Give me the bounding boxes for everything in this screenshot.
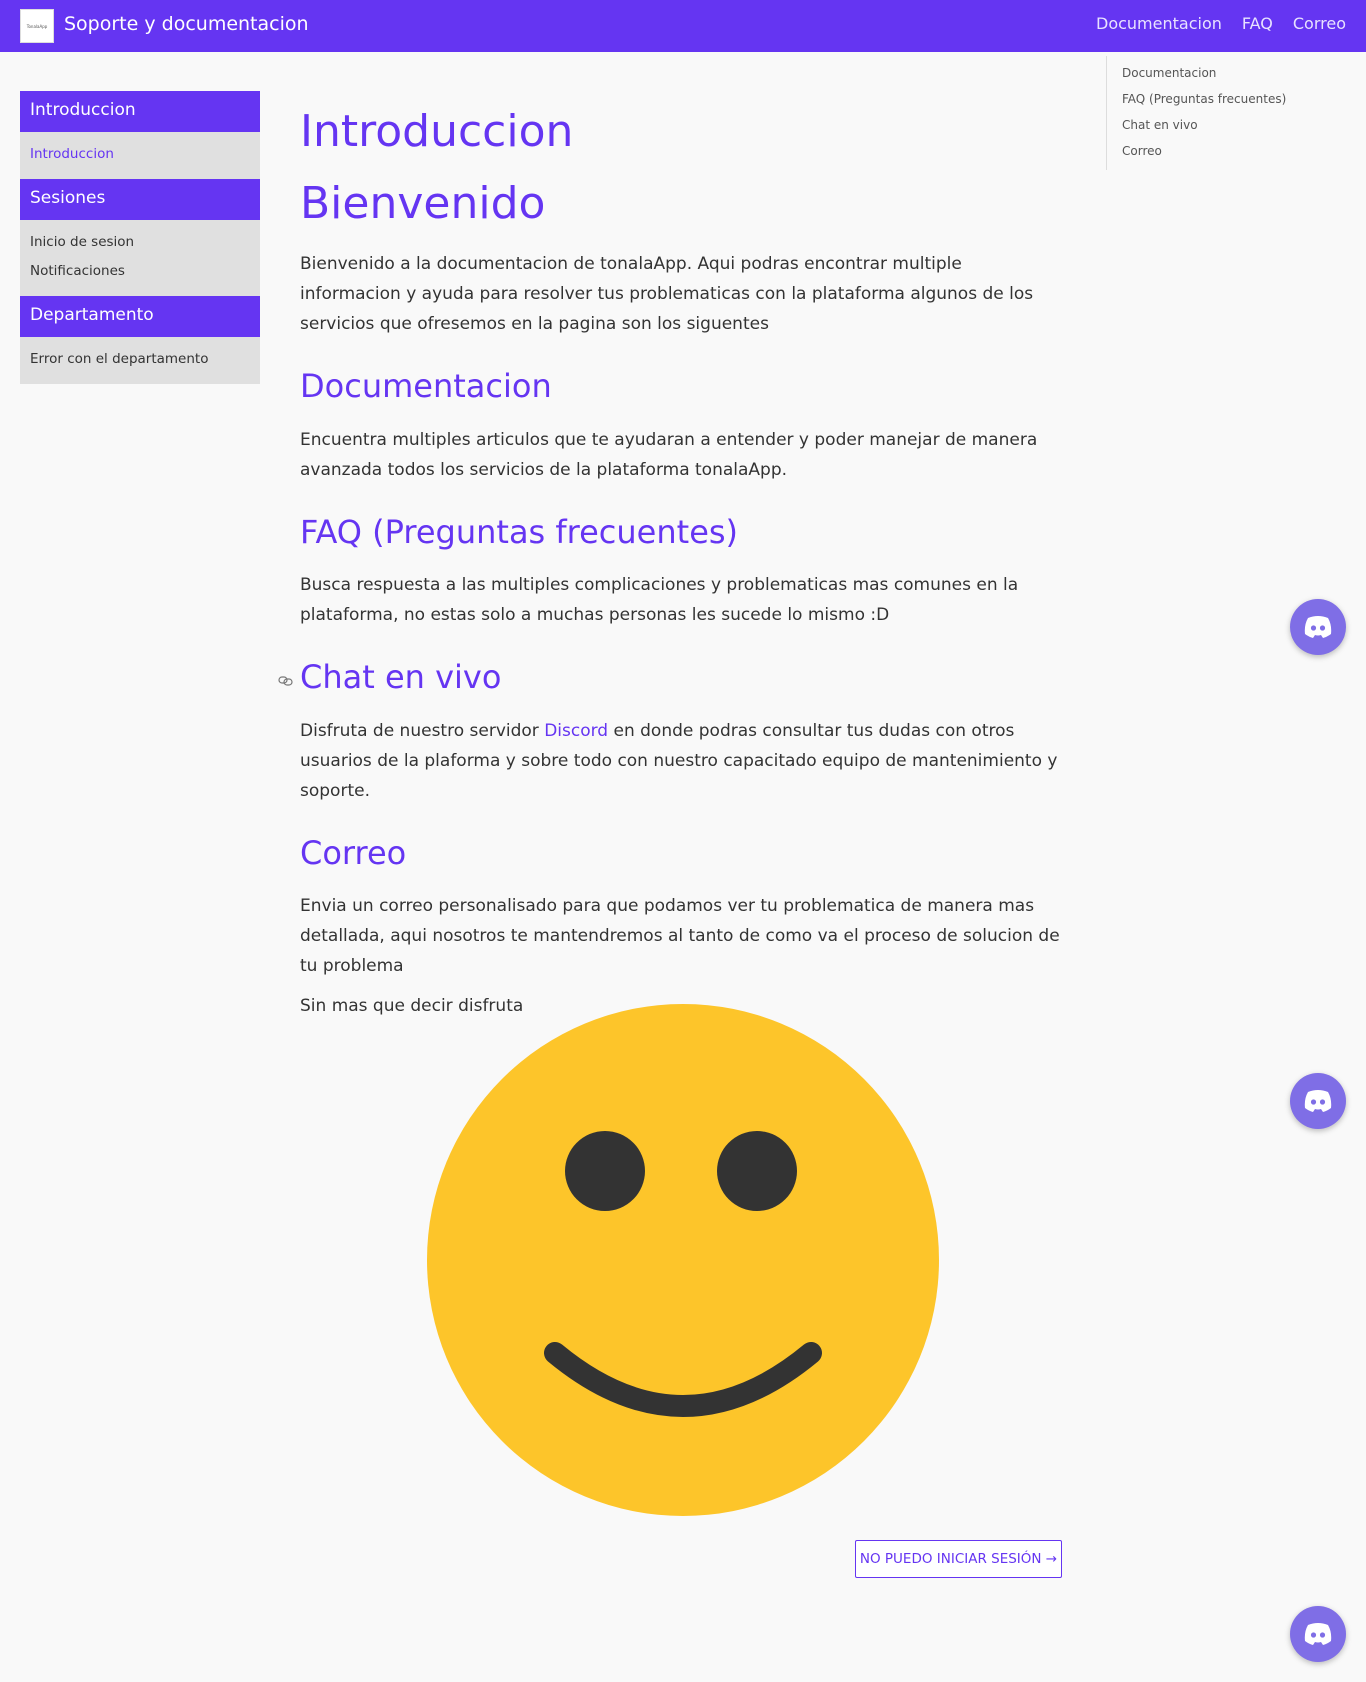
nav-link-documentacion[interactable]: Documentacion	[1096, 14, 1222, 33]
site-logo[interactable]: TonalaApp	[20, 9, 54, 43]
discord-icon	[1304, 1090, 1332, 1112]
table-of-contents: Documentacion FAQ (Preguntas frecuentes)…	[1106, 56, 1326, 170]
chat-paragraph: Disfruta de nuestro servidor Discord en …	[300, 716, 1062, 806]
toc-item-faq[interactable]: FAQ (Preguntas frecuentes)	[1122, 86, 1326, 112]
sidebar-group-title-introduccion[interactable]: Introduccion	[20, 91, 260, 132]
section-heading-chat: Chat en vivo	[278, 658, 1062, 697]
discord-floating-button[interactable]	[1290, 599, 1346, 655]
section-heading-documentacion: Documentacion	[300, 366, 552, 405]
link-icon[interactable]	[278, 675, 294, 687]
main-content: Introduccion Bienvenido Bienvenido a la …	[278, 100, 1062, 1021]
top-nav: Documentacion FAQ Correo	[1096, 14, 1346, 33]
toc-item-chat[interactable]: Chat en vivo	[1122, 112, 1326, 138]
chat-text-before: Disfruta de nuestro servidor	[300, 720, 545, 741]
sidebar-group-title-departamento[interactable]: Departamento	[20, 296, 260, 337]
page-title: Introduccion	[300, 106, 574, 157]
smiley-face-icon	[427, 1004, 939, 1516]
sidebar-item-inicio-de-sesion[interactable]: Inicio de sesion	[30, 228, 250, 257]
section-heading-correo: Correo	[300, 833, 407, 872]
site-title[interactable]: Soporte y documentacion	[64, 13, 309, 35]
sidebar: Introduccion Introduccion Sesiones Inici…	[20, 91, 260, 384]
toc-item-documentacion[interactable]: Documentacion	[1122, 60, 1326, 86]
sidebar-group-departamento: Error con el departamento	[20, 337, 260, 384]
welcome-heading: Bienvenido	[300, 177, 546, 229]
faq-paragraph: Busca respuesta a las multiples complica…	[300, 575, 1019, 626]
section-heading-faq: FAQ (Preguntas frecuentes)	[300, 512, 739, 551]
discord-link[interactable]: Discord	[544, 721, 608, 741]
sidebar-item-notificaciones[interactable]: Notificaciones	[30, 257, 250, 286]
nav-link-correo[interactable]: Correo	[1293, 14, 1346, 33]
chat-heading-text: Chat en vivo	[300, 658, 502, 697]
sidebar-item-error-departamento[interactable]: Error con el departamento	[30, 345, 250, 374]
sidebar-group-title-sesiones[interactable]: Sesiones	[20, 179, 260, 220]
sidebar-group-introduccion: Introduccion	[20, 132, 260, 179]
sidebar-item-introduccion[interactable]: Introduccion	[30, 140, 250, 169]
toc-item-correo[interactable]: Correo	[1122, 138, 1326, 164]
documentacion-paragraph: Encuentra multiples articulos que te ayu…	[300, 429, 1038, 480]
discord-floating-button[interactable]	[1290, 1606, 1346, 1662]
discord-icon	[1304, 616, 1332, 638]
sidebar-group-sesiones: Inicio de sesion Notificaciones	[20, 220, 260, 296]
discord-floating-button[interactable]	[1290, 1073, 1346, 1129]
cant-login-button[interactable]: NO PUEDO INICIAR SESIÓN →	[855, 1540, 1062, 1578]
logo-text: TonalaApp	[26, 23, 48, 29]
nav-link-faq[interactable]: FAQ	[1242, 14, 1273, 33]
welcome-paragraph: Bienvenido a la documentacion de tonalaA…	[300, 253, 1034, 334]
correo-paragraph: Envia un correo personalisado para que p…	[300, 896, 1060, 977]
discord-icon	[1304, 1623, 1332, 1645]
top-navbar: TonalaApp Soporte y documentacion Docume…	[0, 0, 1366, 52]
